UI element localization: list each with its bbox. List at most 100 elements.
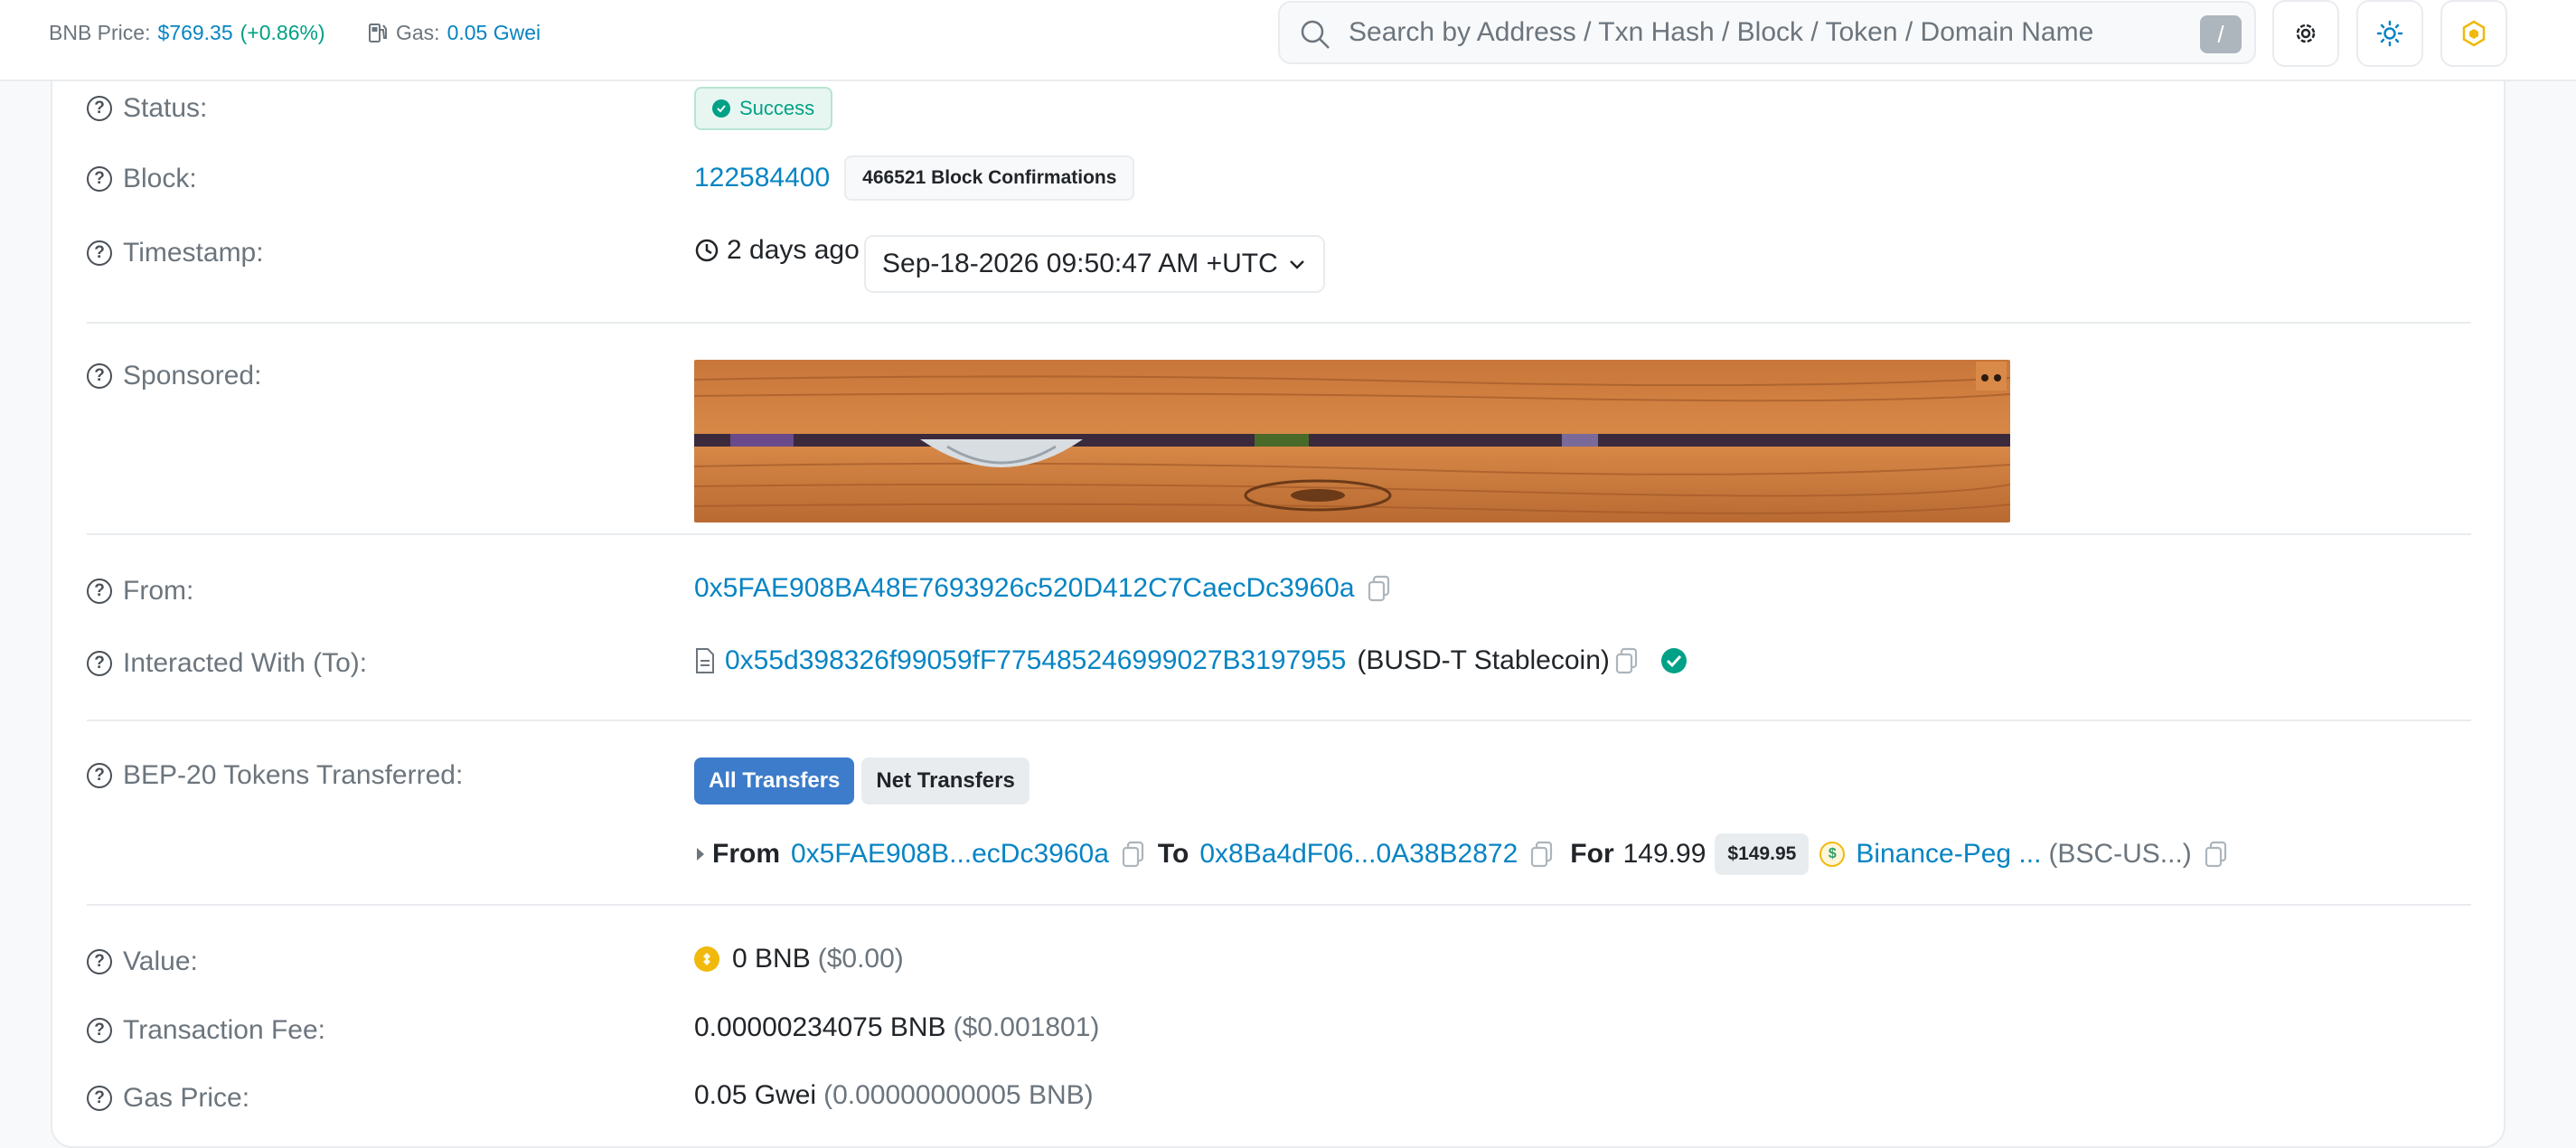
transfer-from-address[interactable]: 0x5FAE908B...ecDc3960a: [791, 839, 1109, 870]
help-circle-icon[interactable]: ?: [87, 1018, 112, 1043]
help-circle-icon[interactable]: ?: [87, 96, 112, 121]
token-transfer-row: From 0x5FAE908B...ecDc3960a To 0x8Ba4dF0…: [694, 833, 2228, 875]
tokens-label: BEP-20 Tokens Transferred:: [123, 760, 464, 790]
search-icon: [1301, 20, 1330, 49]
value-value: 0 BNB ($0.00): [694, 944, 904, 974]
fee-usd: ($0.001801): [953, 1012, 1100, 1042]
timestamp-relative: 2 days ago: [727, 235, 860, 265]
transaction-details-card: ? Status: Success ? Block: 122584400 466…: [51, 81, 2505, 1148]
block-value: 122584400 466521 Block Confirmations: [694, 155, 1135, 201]
section-divider: [87, 533, 2471, 535]
sponsored-label: Sponsored:: [123, 361, 262, 391]
to-row-label: ? Interacted With (To):: [87, 645, 367, 682]
section-divider: [87, 720, 2471, 721]
to-address-link[interactable]: 0x55d398326f99059fF775485246999027B31979…: [725, 645, 1346, 676]
from-address-link[interactable]: 0x5FAE908BA48E7693926c520D412C7CaecDc396…: [694, 573, 1355, 604]
verified-check-icon: [1660, 648, 1687, 673]
caret-right-icon[interactable]: [694, 845, 707, 863]
gas-label: Gas:: [396, 20, 440, 44]
fee-value: 0.00000234075 BNB ($0.001801): [694, 1012, 1099, 1043]
help-circle-icon[interactable]: ?: [87, 240, 112, 266]
token-transfer-tabs: All Transfers Net Transfers: [694, 757, 1029, 805]
sponsored-banner-image[interactable]: [694, 360, 2010, 522]
gas-price-row-label: ? Gas Price:: [87, 1080, 249, 1116]
to-contract-name: (BUSD-T Stablecoin): [1357, 645, 1610, 675]
section-divider: [87, 322, 2471, 324]
copy-icon[interactable]: [1368, 575, 1391, 602]
bnb-price-stat: BNB Price: $769.35 (+0.86%): [49, 0, 325, 65]
top-header: BNB Price: $769.35 (+0.86%) Gas: 0.05 Gw…: [0, 0, 2576, 81]
help-circle-icon[interactable]: ?: [87, 1086, 112, 1111]
settings-button[interactable]: [2272, 0, 2339, 67]
gas-value[interactable]: 0.05 Gwei: [447, 21, 541, 45]
transfer-from-word: From: [712, 839, 780, 869]
transfer-for-word: For: [1570, 839, 1614, 869]
theme-toggle-button[interactable]: [2356, 0, 2423, 67]
status-text: Success: [739, 97, 815, 119]
status-value: Success: [694, 87, 833, 130]
value-label: Value:: [123, 946, 198, 976]
transfer-usd-badge: $149.95: [1715, 833, 1810, 875]
transfer-to-word: To: [1157, 839, 1189, 869]
help-circle-icon[interactable]: ?: [87, 166, 112, 192]
tokens-row-label: ? BEP-20 Tokens Transferred:: [87, 757, 463, 794]
clock-icon: [695, 239, 719, 262]
transfer-amount: 149.99: [1622, 839, 1706, 869]
timestamp-format-dropdown[interactable]: Sep-18-2026 09:50:47 AM +UTC: [864, 235, 1325, 293]
settings-gear-icon: [2296, 24, 2316, 43]
contract-file-icon: [696, 648, 714, 673]
block-number-link[interactable]: 122584400: [694, 163, 830, 193]
tab-all-transfers[interactable]: All Transfers: [694, 757, 855, 805]
status-row-label: ? Status:: [87, 90, 207, 127]
search-box[interactable]: Search by Address / Txn Hash / Block / T…: [1278, 1, 2256, 64]
timestamp-value: 2 days ago: [694, 235, 860, 266]
to-label: Interacted With (To):: [123, 648, 368, 678]
fee-label: Transaction Fee:: [123, 1015, 325, 1045]
timestamp-label: Timestamp:: [123, 238, 264, 268]
help-circle-icon[interactable]: ?: [87, 579, 112, 604]
timestamp-absolute: Sep-18-2026 09:50:47 AM +UTC: [882, 249, 1278, 278]
search-input[interactable]: Search by Address / Txn Hash / Block / T…: [1349, 17, 2093, 48]
from-row-label: ? From:: [87, 573, 193, 609]
check-circle-icon: [712, 99, 730, 118]
bnb-price-value[interactable]: $769.35: [157, 21, 232, 45]
fee-row-label: ? Transaction Fee:: [87, 1012, 325, 1049]
chevron-down-icon: [1289, 260, 1304, 269]
sun-icon: [2376, 20, 2403, 47]
from-value: 0x5FAE908BA48E7693926c520D412C7CaecDc396…: [694, 573, 1391, 604]
token-symbol: (BSC-US...): [2048, 839, 2192, 869]
help-circle-icon[interactable]: ?: [87, 949, 112, 974]
help-circle-icon[interactable]: ?: [87, 363, 112, 389]
value-usd: ($0.00): [817, 944, 904, 974]
timestamp-row-label: ? Timestamp:: [87, 235, 264, 271]
token-name-link[interactable]: Binance-Peg ...: [1856, 839, 2041, 870]
tab-net-transfers[interactable]: Net Transfers: [861, 757, 1029, 805]
block-row-label: ? Block:: [87, 161, 197, 197]
sponsored-banner-art: [694, 360, 2010, 522]
bnb-price-change: (+0.86%): [240, 20, 325, 44]
copy-icon[interactable]: [2205, 841, 2228, 868]
gas-stat: Gas: 0.05 Gwei: [369, 0, 541, 65]
block-label: Block:: [123, 164, 197, 193]
bnb-coin-icon: [694, 946, 719, 972]
value-amount: 0 BNB: [732, 944, 811, 974]
status-label: Status:: [123, 93, 208, 123]
gas-price-amount: 0.05 Gwei: [694, 1080, 817, 1110]
help-circle-icon[interactable]: ?: [87, 651, 112, 676]
copy-icon[interactable]: [1122, 841, 1145, 868]
block-confirmations-badge: 466521 Block Confirmations: [844, 155, 1135, 201]
status-badge: Success: [694, 87, 833, 130]
copy-icon[interactable]: [1530, 841, 1554, 868]
bnb-logo-icon: [2462, 20, 2486, 47]
from-label: From:: [123, 576, 194, 606]
value-row-label: ? Value:: [87, 944, 198, 980]
section-divider: [87, 904, 2471, 906]
copy-icon[interactable]: [1615, 647, 1639, 674]
gas-price-label: Gas Price:: [123, 1083, 250, 1113]
fee-amount: 0.00000234075 BNB: [694, 1012, 946, 1042]
help-circle-icon[interactable]: ?: [87, 763, 112, 788]
to-value: 0x55d398326f99059fF775485246999027B31979…: [694, 645, 1688, 676]
network-switch-button[interactable]: [2440, 0, 2507, 67]
search-shortcut-key: /: [2200, 15, 2242, 53]
transfer-to-address[interactable]: 0x8Ba4dF06...0A38B2872: [1199, 839, 1518, 870]
